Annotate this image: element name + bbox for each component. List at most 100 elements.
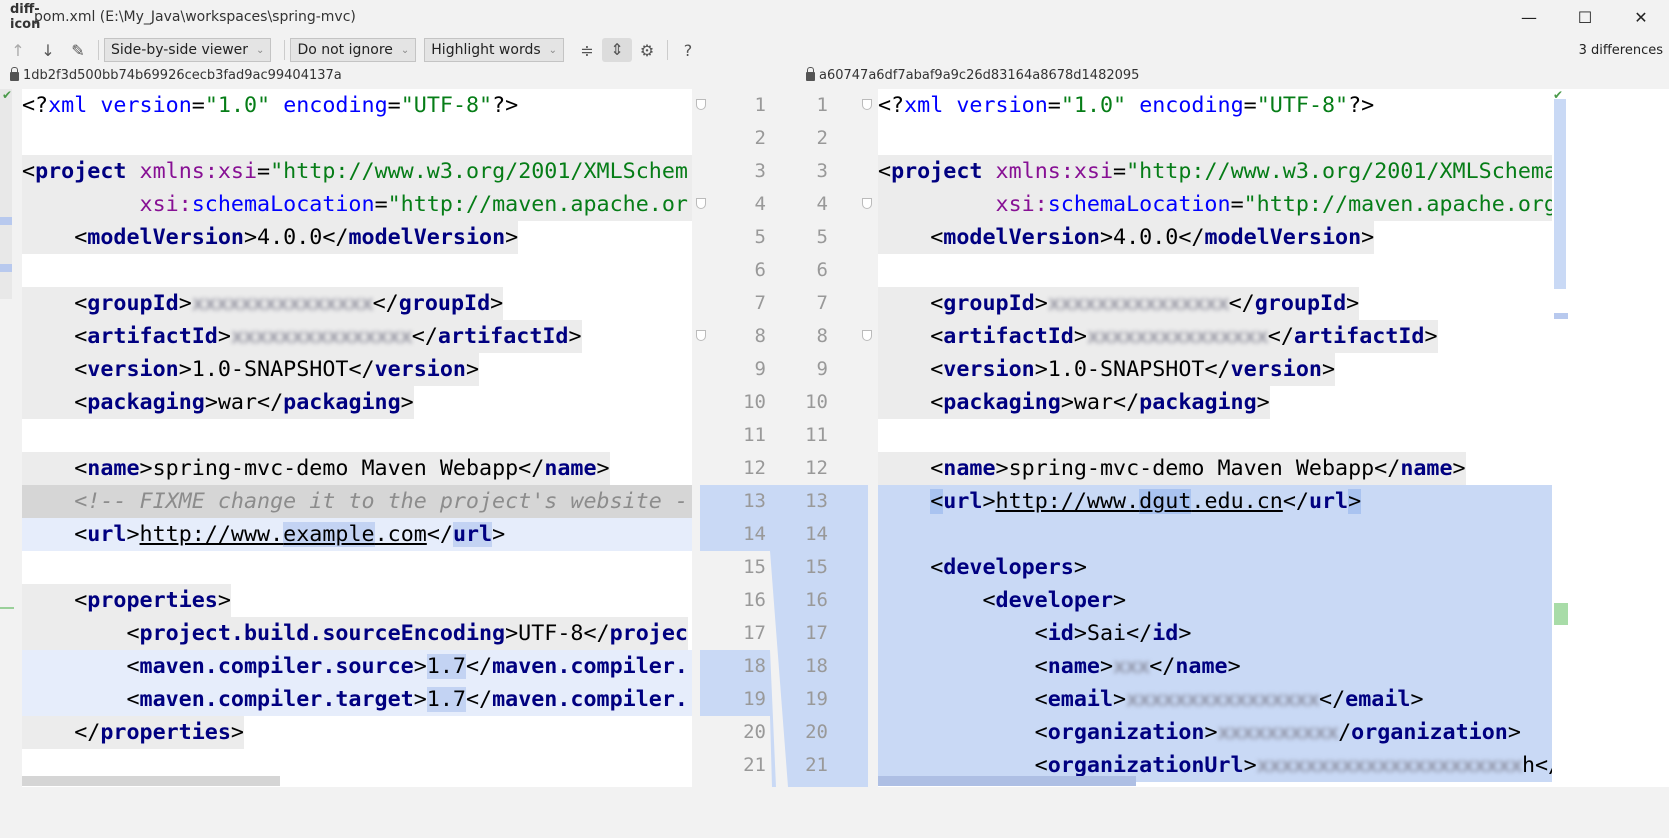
code-token: </ bbox=[1319, 687, 1346, 712]
right-line-number: 17 bbox=[805, 622, 828, 644]
code-token: / bbox=[1338, 720, 1352, 745]
code-token: < bbox=[878, 588, 996, 613]
left-line-number: 7 bbox=[754, 292, 766, 314]
code-token: version bbox=[943, 357, 1035, 382]
fold-marker-icon[interactable] bbox=[696, 330, 706, 341]
code-token: project bbox=[891, 159, 983, 184]
right-line-number: 8 bbox=[816, 325, 828, 347]
code-line: <developers> bbox=[878, 551, 1552, 584]
maximize-button[interactable]: ☐ bbox=[1557, 0, 1613, 34]
code-token: > bbox=[596, 456, 610, 481]
right-line-number: 16 bbox=[805, 589, 828, 611]
previous-difference-icon[interactable]: ↑ bbox=[3, 41, 33, 60]
code-token: > bbox=[217, 588, 231, 613]
code-token: > bbox=[1410, 687, 1424, 712]
code-token: name bbox=[87, 456, 140, 481]
code-token: developer bbox=[995, 588, 1114, 613]
fold-marker-icon[interactable] bbox=[862, 198, 872, 209]
highlight-select[interactable]: Highlight words ⌄ bbox=[424, 38, 565, 62]
code-token: >war</ bbox=[204, 390, 284, 415]
right-line-number: 20 bbox=[805, 721, 828, 743]
code-token: < bbox=[878, 753, 1048, 778]
code-token: name bbox=[1175, 654, 1228, 679]
code-token: = bbox=[374, 192, 388, 217]
fold-marker-icon[interactable] bbox=[862, 330, 872, 341]
code-token: < bbox=[878, 390, 944, 415]
check-icon: ✔ bbox=[1553, 88, 1564, 102]
code-line: <properties> bbox=[22, 584, 231, 617]
change-marker bbox=[1554, 603, 1568, 625]
redacted-text: xxxxxxxxxxxxxxxx bbox=[1126, 687, 1320, 712]
code-token: xmlns:xsi bbox=[995, 159, 1114, 184]
left-horizontal-scrollbar[interactable] bbox=[22, 776, 280, 786]
code-token: projec bbox=[609, 621, 688, 646]
right-horizontal-scrollbar[interactable] bbox=[878, 776, 1136, 786]
next-difference-icon[interactable]: ↓ bbox=[33, 41, 63, 60]
code-token: "http://maven.apache.org bbox=[1243, 192, 1552, 217]
ignore-whitespace-select[interactable]: Do not ignore ⌄ bbox=[290, 38, 417, 62]
code-line: <packaging>war</packaging> bbox=[22, 386, 414, 419]
right-editor[interactable]: <?xml version="1.0" encoding="UTF-8"?> <p… bbox=[878, 89, 1552, 787]
code-token: < bbox=[22, 291, 88, 316]
left-line-number: 17 bbox=[743, 622, 766, 644]
left-line-number: 9 bbox=[754, 358, 766, 380]
code-token: = bbox=[387, 93, 401, 118]
fold-marker-icon[interactable] bbox=[696, 99, 706, 110]
code-token: < bbox=[22, 522, 88, 547]
fold-marker-icon[interactable] bbox=[862, 99, 872, 110]
diff-icon: diff-icon bbox=[10, 2, 41, 32]
code-token: version bbox=[374, 357, 466, 382]
code-token: project.build.sourceEncoding bbox=[139, 621, 506, 646]
minimize-button[interactable]: — bbox=[1501, 0, 1557, 34]
code-token: > bbox=[982, 489, 996, 514]
code-line: <url>http://www.example.com</url> bbox=[22, 518, 692, 551]
code-token: name bbox=[943, 456, 996, 481]
code-token: > bbox=[400, 390, 414, 415]
edit-icon[interactable]: ✎ bbox=[63, 41, 93, 60]
gear-icon[interactable]: ⚙ bbox=[632, 41, 662, 60]
code-token: "http://www.w3.org/2001/XMLSchema- bbox=[1126, 159, 1552, 184]
left-revision: 1db2f3d500bb74b69926cecb3fad9ac99404137a bbox=[10, 66, 342, 84]
right-line-number: 11 bbox=[805, 424, 828, 446]
sync-scroll-icon[interactable]: ⇕ bbox=[602, 38, 633, 62]
change-marker bbox=[0, 264, 12, 272]
fold-marker-icon[interactable] bbox=[696, 198, 706, 209]
collapse-unchanged-icon[interactable]: ≑ bbox=[572, 41, 602, 60]
right-line-number: 15 bbox=[805, 556, 828, 578]
code-line: <groupId>xxxxxxxxxxxxxxx</groupId> bbox=[878, 287, 1360, 320]
left-line-number: 13 bbox=[743, 490, 766, 512]
code-token: modelVersion bbox=[87, 225, 244, 250]
code-token: http://www. bbox=[139, 522, 284, 547]
code-token: > bbox=[568, 324, 582, 349]
code-token: version bbox=[1230, 357, 1322, 382]
code-token: < bbox=[878, 654, 1048, 679]
left-revision-hash: 1db2f3d500bb74b69926cecb3fad9ac99404137a bbox=[23, 67, 342, 83]
change-marker bbox=[1554, 313, 1568, 319]
right-line-number: 10 bbox=[805, 391, 828, 413]
code-token: = bbox=[1243, 93, 1257, 118]
check-icon: ✔ bbox=[2, 88, 13, 102]
help-icon[interactable]: ? bbox=[673, 41, 703, 60]
right-change-markers[interactable] bbox=[1552, 89, 1669, 787]
right-line-number: 18 bbox=[805, 655, 828, 677]
code-token: organization bbox=[1047, 720, 1205, 745]
left-editor[interactable]: <?xml version="1.0" encoding="UTF-8"?> <p… bbox=[22, 89, 692, 787]
code-token: < bbox=[878, 720, 1048, 745]
close-button[interactable]: ✕ bbox=[1613, 0, 1669, 34]
viewer-select[interactable]: Side-by-side viewer ⌄ bbox=[104, 38, 272, 62]
code-token: < bbox=[22, 621, 140, 646]
code-line: <packaging>war</packaging> bbox=[878, 386, 1270, 419]
code-token: packaging bbox=[1139, 390, 1257, 415]
code-token: groupId bbox=[87, 291, 179, 316]
code-token: < bbox=[22, 687, 140, 712]
right-line-number: 3 bbox=[816, 160, 828, 182]
code-token: name bbox=[1047, 654, 1100, 679]
right-line-number: 5 bbox=[816, 226, 828, 248]
highlight-label: Highlight words bbox=[431, 42, 541, 58]
code-token: >1.0-SNAPSHOT</ bbox=[178, 357, 375, 382]
